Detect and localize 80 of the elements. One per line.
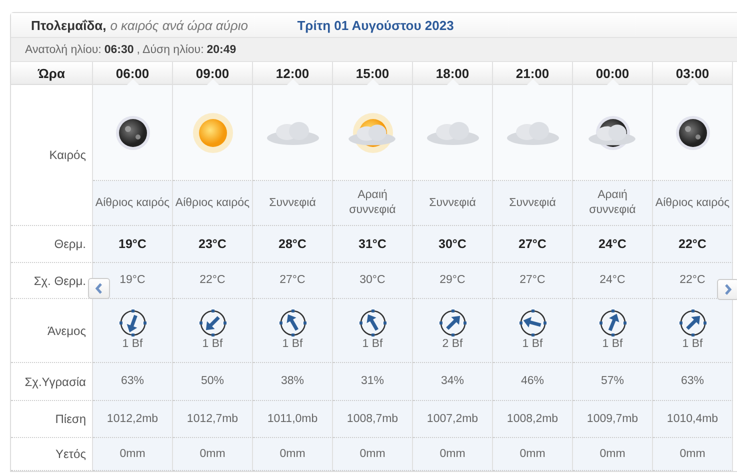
- weather-description: Αραιή συννεφιά: [333, 181, 413, 226]
- next-button[interactable]: [717, 279, 737, 300]
- wind-force: 1 Bf: [282, 337, 303, 352]
- table-cell: 0mm: [253, 438, 333, 471]
- table-cell: 31°C: [333, 226, 413, 263]
- row-label: Καιρός: [11, 85, 93, 226]
- table-cell: 50%: [173, 363, 253, 401]
- table-cell: 1007,2mb: [413, 401, 493, 438]
- table-cell: 28°C: [253, 226, 333, 263]
- table-cell: 1009,7mb: [573, 401, 653, 438]
- city-name: Πτολεμαΐδα,: [31, 18, 106, 32]
- sunset-time: 20:49: [206, 44, 236, 56]
- row-label: Σχ. Θερμ.: [11, 263, 93, 299]
- chevron-left-icon: [95, 283, 103, 294]
- table-cell: 0mm: [93, 438, 173, 471]
- chevron-right-icon: [724, 284, 732, 295]
- table-cell: 31%: [333, 363, 413, 401]
- row-label: Άνεμος: [11, 299, 93, 363]
- row-label: Θερμ.: [11, 226, 93, 263]
- sunrise-time: 06:30: [104, 44, 134, 56]
- column-header: 18:00: [413, 62, 493, 85]
- table-cell: 30°C: [333, 263, 413, 299]
- table-cell: 1011,0mb: [253, 401, 333, 438]
- table-cell: 63%: [653, 363, 733, 401]
- table-cell: 63%: [93, 363, 173, 401]
- table-cell: 57%: [573, 363, 653, 401]
- wind-force: 1 Bf: [122, 337, 143, 352]
- table-cell: 30°C: [413, 226, 493, 263]
- column-header: 12:00: [253, 62, 333, 85]
- column-header: Ώρα: [11, 62, 93, 85]
- weather-description: Συννεφιά: [413, 181, 493, 226]
- weather-description: Συννεφιά: [253, 181, 333, 226]
- table-cell: 34%: [413, 363, 493, 401]
- table-cell: 1008,2mb: [493, 401, 573, 438]
- table-cell: 1010,4mb: [653, 401, 733, 438]
- weather-description: Συννεφιά: [493, 181, 573, 226]
- table-cell: 27°C: [493, 226, 573, 263]
- table-cell: 27°C: [493, 263, 573, 299]
- sunrise-label: Ανατολή ηλίου:: [25, 44, 102, 56]
- table-cell: 24°C: [573, 263, 653, 299]
- table-cell: 0mm: [333, 438, 413, 471]
- row-label: Πίεση: [11, 401, 93, 438]
- table-cell: 0mm: [653, 438, 733, 471]
- row-label: Σχ.Υγρασία: [11, 363, 93, 401]
- table-cell: 22°C: [173, 263, 253, 299]
- previous-button[interactable]: [88, 278, 110, 299]
- wind-force: 1 Bf: [522, 337, 543, 352]
- table-cell: 24°C: [573, 226, 653, 263]
- forecast-date: Τρίτη 01 Αυγούστου 2023: [297, 18, 454, 32]
- weather-description: Αίθριος καιρός: [653, 181, 733, 226]
- weather-description: Αραιή συννεφιά: [573, 181, 653, 226]
- table-cell: 23°C: [173, 226, 253, 263]
- row-label: Υετός: [11, 438, 93, 471]
- table-cell: 1008,7mb: [333, 401, 413, 438]
- table-cell: 38%: [253, 363, 333, 401]
- weather-description: Αίθριος καιρός: [93, 181, 173, 226]
- column-header: 03:00: [653, 62, 733, 85]
- table-cell: 19°C: [93, 226, 173, 263]
- column-header: 21:00: [493, 62, 573, 85]
- column-header: 00:00: [573, 62, 653, 85]
- table-cell: 0mm: [493, 438, 573, 471]
- table-cell: 1012,7mb: [173, 401, 253, 438]
- table-cell: 0mm: [173, 438, 253, 471]
- wind-force: 2 Bf: [442, 337, 463, 352]
- table-cell: 0mm: [573, 438, 653, 471]
- table-cell: 46%: [493, 363, 573, 401]
- weather-description: Αίθριος καιρός: [173, 181, 253, 226]
- wind-force: 1 Bf: [602, 337, 623, 352]
- table-cell: 22°C: [653, 226, 733, 263]
- column-header: 15:00: [333, 62, 413, 85]
- wind-force: 1 Bf: [682, 337, 703, 352]
- wind-force: 1 Bf: [362, 337, 383, 352]
- column-header: 06:00: [93, 62, 173, 85]
- table-cell: 29°C: [413, 263, 493, 299]
- column-header: 09:00: [173, 62, 253, 85]
- table-cell: 0mm: [413, 438, 493, 471]
- wind-force: 1 Bf: [202, 337, 223, 352]
- table-cell: 1012,2mb: [93, 401, 173, 438]
- table-cell: 27°C: [253, 263, 333, 299]
- sunset-label: , Δύση ηλίου:: [136, 44, 204, 56]
